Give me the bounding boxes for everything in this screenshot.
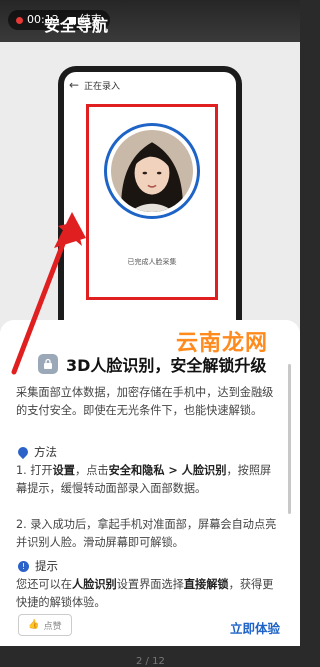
tip-text-a: 您还可以在	[16, 578, 72, 591]
location-pin-icon	[15, 444, 31, 460]
phone-header-title: 正在录入	[84, 81, 121, 92]
step1-text-c: ，点击	[75, 464, 109, 477]
feature-description: 采集面部立体数据，加密存储在手机中，达到金融级的支付安全。即使在无光条件下，也能…	[16, 386, 274, 417]
back-arrow-icon[interactable]: ←	[64, 78, 84, 92]
face-unlock-icon	[38, 354, 58, 374]
highlight-frame: 已完成人脸采集	[86, 104, 218, 300]
phone-mockup: ← 正在录入 已完成人脸采集	[58, 66, 242, 356]
tip-face-id: 人脸识别	[71, 578, 117, 591]
try-now-link[interactable]: 立即体验	[230, 618, 280, 637]
face-caption: 已完成人脸采集	[127, 258, 177, 266]
phone-screen: ← 正在录入 已完成人脸采集	[64, 72, 236, 350]
card-scrollbar[interactable]	[288, 364, 291, 514]
step1-text-a: 1. 打开	[16, 464, 53, 477]
face-photo	[111, 130, 193, 212]
top-bar: 00:12 结束 安全导航	[0, 0, 300, 42]
page-title: 安全导航	[44, 16, 109, 35]
thumbs-up-icon: 👍	[28, 620, 40, 630]
step1-settings: 设置	[52, 464, 75, 477]
step-1: 1. 打开设置，点击安全和隐私 > 人脸识别，按照屏幕提示，缓慢转动面部录入面部…	[16, 462, 282, 498]
face-ring	[104, 123, 200, 219]
page-indicator: 2 / 12	[136, 656, 165, 667]
tip-text: 您还可以在人脸识别设置界面选择直接解锁，获得更快捷的解锁体验。	[16, 576, 282, 612]
like-label: 点赞	[43, 621, 62, 632]
step-2: 2. 录入成功后，拿起手机对准面部，屏幕会自动点亮并识别人脸。滑动屏幕即可解锁。	[16, 518, 277, 549]
tip-direct-unlock: 直接解锁	[183, 578, 229, 591]
method-heading: 方法	[15, 444, 57, 460]
tip-icon: !	[18, 560, 29, 572]
tip-heading: ! 提示	[18, 558, 58, 574]
info-card: 3D人脸识别，安全解锁升级 采集面部立体数据，加密存储在手机中，达到金融级的支付…	[0, 320, 300, 667]
like-button[interactable]: 👍 点赞	[18, 614, 72, 636]
tip-label: 提示	[35, 559, 58, 573]
method-label: 方法	[34, 445, 57, 459]
site-watermark: 云南龙网	[176, 331, 269, 356]
step1-path: 安全和隐私 > 人脸识别	[108, 464, 227, 477]
record-dot-icon	[16, 16, 23, 24]
tip-text-c: 设置界面选择	[116, 578, 184, 591]
phone-header: ← 正在录入	[64, 72, 236, 98]
